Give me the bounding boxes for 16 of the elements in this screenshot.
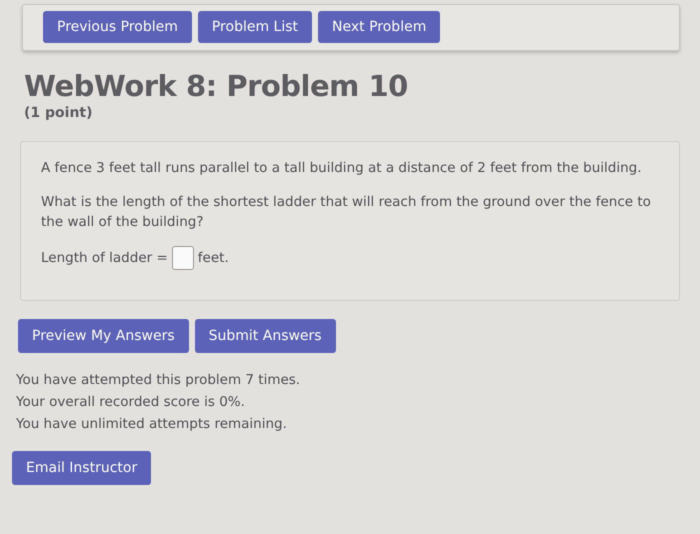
status-text: You have unlimited attempts remaining. (16, 415, 288, 434)
status-text: You have attempted this problem 7 times. (16, 371, 302, 390)
status-text: Your overall recorded score is 0%. (16, 393, 246, 412)
answer-field[interactable] (172, 246, 194, 270)
nav-button[interactable]: Previous Problem (43, 11, 192, 43)
problem-text: What is the length of the shortest ladder that will reach from the ground over the fence to the wall of the building? (41, 193, 652, 232)
answer-button[interactable]: Submit Answers (194, 319, 336, 353)
answer-label: Length of ladder = (41, 250, 168, 266)
nav-button[interactable]: Next Problem (318, 11, 440, 43)
problem-title: WebWork 8: Problem 10 (24, 69, 409, 103)
email-button[interactable]: Email Instructor (12, 451, 152, 485)
unit-label: feet. (198, 250, 229, 266)
answer-button[interactable]: Preview My Answers (18, 319, 189, 353)
problem-text: A fence 3 feet tall runs parallel to a tall building at a distance of 2 feet from the building. (41, 159, 643, 178)
points-label: (1 point) (24, 105, 94, 121)
nav-button[interactable]: Problem List (198, 11, 312, 43)
